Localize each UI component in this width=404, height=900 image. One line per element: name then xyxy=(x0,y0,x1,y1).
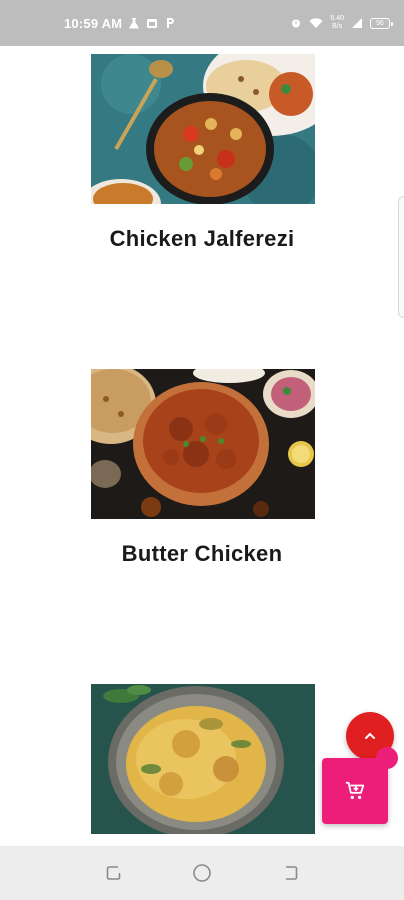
cart-badge xyxy=(376,747,398,769)
recents-icon xyxy=(106,866,121,880)
home-button[interactable] xyxy=(190,861,214,885)
home-icon xyxy=(193,864,211,882)
chicken-biryani-photo[interactable] xyxy=(91,684,315,834)
back-icon xyxy=(286,866,298,880)
add-to-cart-icon xyxy=(345,781,365,800)
edge-panel-handle[interactable] xyxy=(398,196,404,318)
alarm-icon xyxy=(292,19,301,28)
menu-list[interactable]: Chicken Jalferezi Butter Chicken xyxy=(0,46,404,846)
menu-item-name[interactable]: Butter Chicken xyxy=(0,541,404,567)
status-time: 10:59 AM xyxy=(64,15,123,31)
wifi-icon xyxy=(309,18,323,28)
battery-indicator: 96 xyxy=(370,17,393,29)
speed-value: 6.40 xyxy=(330,15,344,22)
menu-item-name[interactable]: Chicken Jalferezi xyxy=(0,226,404,252)
speed-unit: B/s xyxy=(332,23,343,30)
navigation-bar xyxy=(0,846,404,900)
back-button[interactable] xyxy=(278,861,302,885)
calendar-icon xyxy=(147,19,158,28)
cart-button[interactable] xyxy=(322,758,388,824)
network-speed: 6.40 B/s xyxy=(330,15,344,31)
status-right: 6.40 B/s 96 xyxy=(290,15,393,31)
p-icon xyxy=(167,18,175,28)
menu-item[interactable]: Chicken Jalferezi xyxy=(0,46,404,356)
status-bar: 10:59 AM 6.40 B/s 96 xyxy=(0,0,404,46)
status-left: 10:59 AM xyxy=(64,16,176,31)
signal-icon xyxy=(352,18,362,28)
battery-level: 96 xyxy=(376,19,384,27)
butter-chicken-photo[interactable] xyxy=(91,369,315,519)
lab-flask-icon xyxy=(129,18,139,29)
recents-button[interactable] xyxy=(102,861,126,885)
chicken-jalferezi-photo[interactable] xyxy=(91,54,315,204)
chevron-up-icon xyxy=(365,732,375,739)
menu-item[interactable]: Butter Chicken xyxy=(0,361,404,671)
